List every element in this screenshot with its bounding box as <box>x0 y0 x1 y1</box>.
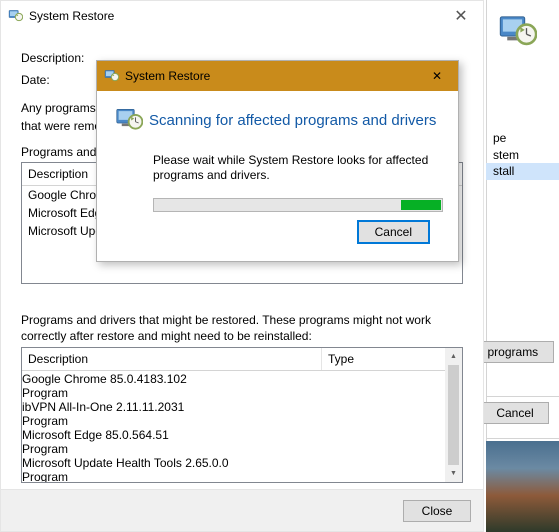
description-label: Description: <box>21 51 99 65</box>
column-header-description[interactable]: Description <box>22 348 322 370</box>
dialog-heading: Scanning for affected programs and drive… <box>149 112 436 131</box>
close-button[interactable]: Close <box>403 500 471 522</box>
restorable-programs-list[interactable]: Description Type Google Chrome 85.0.4183… <box>21 347 463 483</box>
right-panel-label: stall <box>493 164 555 178</box>
right-panel-label: pe <box>493 131 555 145</box>
dialog-message: Please wait while System Restore looks f… <box>153 153 442 184</box>
right-panel-partial: pe stem stall ected programs Cancel <box>486 0 559 532</box>
close-button[interactable]: ✕ <box>445 6 477 26</box>
list-item[interactable]: Microsoft Update Health Tools 2.65.0.0Pr… <box>22 456 445 483</box>
system-restore-icon <box>7 7 23 26</box>
right-panel-label: stem <box>493 148 555 162</box>
window-titlebar: System Restore ✕ <box>1 1 483 31</box>
list-item[interactable]: Microsoft Edge 85.0.564.51Program <box>22 428 445 456</box>
desktop-wallpaper-partial <box>486 441 559 532</box>
progress-fill <box>401 200 441 210</box>
cancel-button[interactable]: Cancel <box>357 220 430 244</box>
scroll-down-icon[interactable]: ▼ <box>445 465 462 482</box>
column-header-type[interactable]: Type <box>322 348 462 370</box>
system-restore-icon <box>103 67 119 86</box>
divider <box>486 438 559 439</box>
section-label: Programs and drivers that might be resto… <box>21 312 463 344</box>
scroll-up-icon[interactable]: ▲ <box>445 348 462 365</box>
list-item[interactable]: ibVPN All-In-One 2.11.11.2031Program <box>22 400 445 428</box>
system-restore-icon <box>113 103 149 139</box>
system-restore-icon <box>495 8 545 50</box>
close-button[interactable]: ✕ <box>422 69 452 83</box>
dialog-titlebar: System Restore ✕ <box>97 61 458 91</box>
window-title: System Restore <box>29 9 114 23</box>
list-item[interactable]: Google Chrome 85.0.4183.102Program <box>22 372 445 400</box>
scanning-dialog: System Restore ✕ Scanning for affected p… <box>96 60 459 262</box>
cancel-button[interactable]: Cancel <box>481 402 549 424</box>
progress-bar <box>153 198 443 212</box>
scrollbar[interactable]: ▲ ▼ <box>445 348 462 482</box>
dialog-title: System Restore <box>125 69 210 83</box>
scroll-thumb[interactable] <box>448 365 459 465</box>
date-label: Date: <box>21 73 99 87</box>
divider <box>486 396 559 397</box>
